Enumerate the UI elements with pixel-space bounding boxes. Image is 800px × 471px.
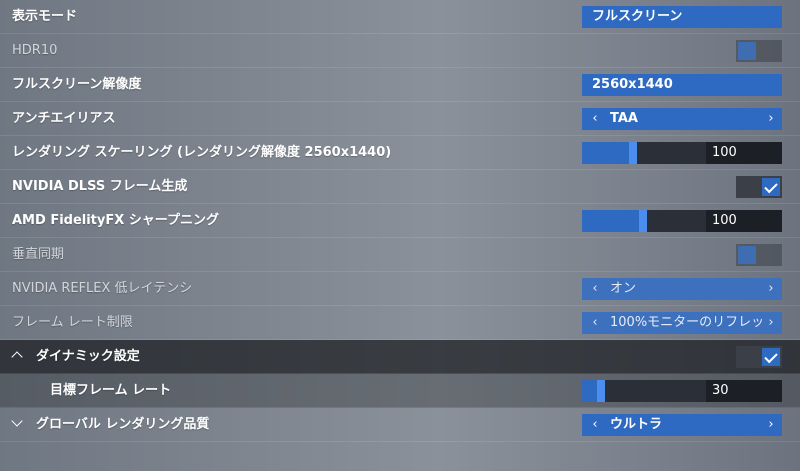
display-mode-dropdown[interactable]: フルスクリーン <box>582 6 782 28</box>
row-fullscreen-resolution: フルスクリーン解像度 2560x1440 <box>0 68 800 102</box>
fullscreen-resolution-label: フルスクリーン解像度 <box>12 77 142 92</box>
row-dlss-frame-gen: NVIDIA DLSS フレーム生成 <box>0 170 800 204</box>
dynamic-settings-toggle-knob <box>762 348 780 366</box>
vsync-label: 垂直同期 <box>12 247 65 262</box>
expand-caret-icon[interactable] <box>11 415 23 427</box>
global-render-quality-value: ウルトラ <box>610 417 663 432</box>
frame-rate-limit-label: フレーム レート制限 <box>12 315 133 330</box>
hdr10-toggle[interactable] <box>736 40 782 62</box>
fidelityfx-sharpening-slider[interactable]: 100 <box>582 210 782 232</box>
target-frame-rate-label: 目標フレーム レート <box>50 383 172 398</box>
frame-rate-limit-value: 100%モニターのリフレッシュ <box>610 315 762 330</box>
reflex-label: NVIDIA REFLEX 低レイテンシ <box>12 281 193 296</box>
section-dynamic-settings[interactable]: ダイナミック設定 <box>0 340 800 374</box>
chevron-right-icon[interactable]: › <box>764 278 778 300</box>
target-frame-rate-value[interactable]: 30 <box>706 380 782 402</box>
row-vsync: 垂直同期 <box>0 238 800 272</box>
slider-thumb[interactable] <box>597 380 605 402</box>
hdr10-toggle-knob <box>738 42 756 60</box>
render-scaling-value[interactable]: 100 <box>706 142 782 164</box>
chevron-left-icon[interactable]: ‹ <box>588 312 602 334</box>
row-reflex: NVIDIA REFLEX 低レイテンシ ‹ オン › <box>0 272 800 306</box>
fidelityfx-sharpening-value[interactable]: 100 <box>706 210 782 232</box>
vsync-toggle[interactable] <box>736 244 782 266</box>
slider-thumb[interactable] <box>629 142 637 164</box>
chevron-left-icon[interactable]: ‹ <box>588 278 602 300</box>
hdr10-label: HDR10 <box>12 43 58 58</box>
row-target-frame-rate: 目標フレーム レート 30 <box>0 374 800 408</box>
render-scaling-label: レンダリング スケーリング (レンダリング解像度 2560x1440) <box>12 145 392 160</box>
anti-aliasing-label: アンチエイリアス <box>12 111 116 126</box>
row-render-scaling: レンダリング スケーリング (レンダリング解像度 2560x1440) 100 <box>0 136 800 170</box>
row-fidelityfx-sharpening: AMD FidelityFX シャープニング 100 <box>0 204 800 238</box>
row-frame-rate-limit: フレーム レート制限 ‹ 100%モニターのリフレッシュ › <box>0 306 800 340</box>
chevron-left-icon[interactable]: ‹ <box>588 108 602 130</box>
slider-fill <box>582 210 643 232</box>
collapse-caret-icon[interactable] <box>11 351 23 363</box>
dlss-frame-gen-label: NVIDIA DLSS フレーム生成 <box>12 179 188 194</box>
reflex-value: オン <box>610 281 637 296</box>
fullscreen-resolution-dropdown[interactable]: 2560x1440 <box>582 74 782 96</box>
global-render-quality-selector[interactable]: ‹ ウルトラ › <box>582 414 782 436</box>
dlss-frame-gen-toggle[interactable] <box>736 176 782 198</box>
row-anti-aliasing: アンチエイリアス ‹ TAA › <box>0 102 800 136</box>
anti-aliasing-selector[interactable]: ‹ TAA › <box>582 108 782 130</box>
chevron-right-icon[interactable]: › <box>764 312 778 334</box>
chevron-right-icon[interactable]: › <box>764 108 778 130</box>
dynamic-settings-toggle[interactable] <box>736 346 782 368</box>
fidelityfx-sharpening-label: AMD FidelityFX シャープニング <box>12 213 220 228</box>
global-render-quality-label: グローバル レンダリング品質 <box>36 417 210 432</box>
frame-rate-limit-selector[interactable]: ‹ 100%モニターのリフレッシュ › <box>582 312 782 334</box>
dlss-frame-gen-toggle-knob <box>762 178 780 196</box>
vsync-toggle-knob <box>738 246 756 264</box>
slider-fill <box>582 142 633 164</box>
display-mode-label: 表示モード <box>12 9 78 24</box>
chevron-left-icon[interactable]: ‹ <box>588 414 602 436</box>
render-scaling-slider[interactable]: 100 <box>582 142 782 164</box>
reflex-selector[interactable]: ‹ オン › <box>582 278 782 300</box>
target-frame-rate-slider[interactable]: 30 <box>582 380 782 402</box>
row-hdr10: HDR10 <box>0 34 800 68</box>
dynamic-settings-label: ダイナミック設定 <box>36 349 140 364</box>
graphics-settings-panel: 表示モード フルスクリーン HDR10 フルスクリーン解像度 2560x1440… <box>0 0 800 471</box>
row-display-mode: 表示モード フルスクリーン <box>0 0 800 34</box>
anti-aliasing-value: TAA <box>610 111 638 126</box>
slider-thumb[interactable] <box>639 210 647 232</box>
checkmark-icon <box>764 179 778 194</box>
checkmark-icon <box>764 349 778 364</box>
row-global-render-quality[interactable]: グローバル レンダリング品質 ‹ ウルトラ › <box>0 408 800 442</box>
chevron-right-icon[interactable]: › <box>764 414 778 436</box>
